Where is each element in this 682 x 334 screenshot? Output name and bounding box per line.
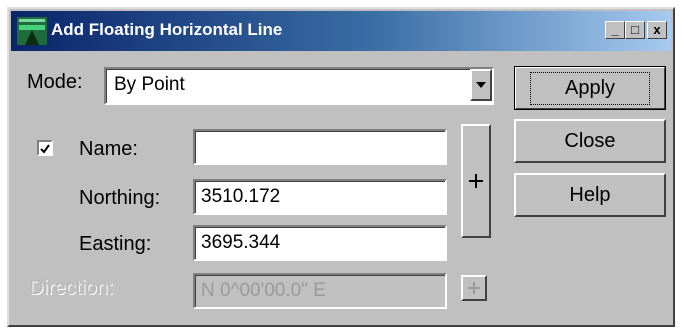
- crosshair-disabled-icon: [468, 282, 480, 294]
- easting-field[interactable]: 3695.344: [193, 225, 447, 261]
- help-button[interactable]: Help: [514, 173, 666, 217]
- northing-label: Northing:: [79, 187, 161, 209]
- close-window-button[interactable]: x: [647, 21, 667, 39]
- direction-pick-button: [461, 275, 487, 301]
- close-button[interactable]: Close: [514, 119, 666, 163]
- dialog-window: Add Floating Horizontal Line _ □ x Mode:…: [7, 7, 675, 327]
- help-button-label: Help: [569, 183, 611, 206]
- direction-label: Direction:: [29, 277, 114, 299]
- maximize-button[interactable]: □: [625, 21, 645, 39]
- apply-button[interactable]: Apply: [514, 66, 666, 110]
- name-field[interactable]: [193, 129, 447, 165]
- minimize-button[interactable]: _: [605, 21, 625, 39]
- title-bar[interactable]: Add Floating Horizontal Line _ □ x: [11, 11, 671, 51]
- name-checkbox[interactable]: [37, 140, 53, 156]
- mode-label: Mode:: [27, 71, 83, 93]
- horizontal-line-app-icon: [17, 17, 47, 45]
- mode-select-value: By Point: [114, 74, 185, 95]
- direction-field: N 0^00'00.0" E: [193, 273, 447, 309]
- apply-button-label: Apply: [529, 71, 651, 105]
- mode-select[interactable]: By Point: [104, 67, 494, 105]
- window-title: Add Floating Horizontal Line: [51, 20, 283, 39]
- chevron-down-icon[interactable]: [470, 69, 492, 101]
- checkmark-icon: [40, 144, 50, 154]
- name-label: Name:: [79, 138, 138, 160]
- pick-point-button[interactable]: [461, 124, 491, 238]
- crosshair-pick-icon: [469, 174, 483, 188]
- easting-label: Easting:: [79, 233, 152, 255]
- northing-field[interactable]: 3510.172: [193, 179, 447, 215]
- close-button-label: Close: [564, 129, 616, 152]
